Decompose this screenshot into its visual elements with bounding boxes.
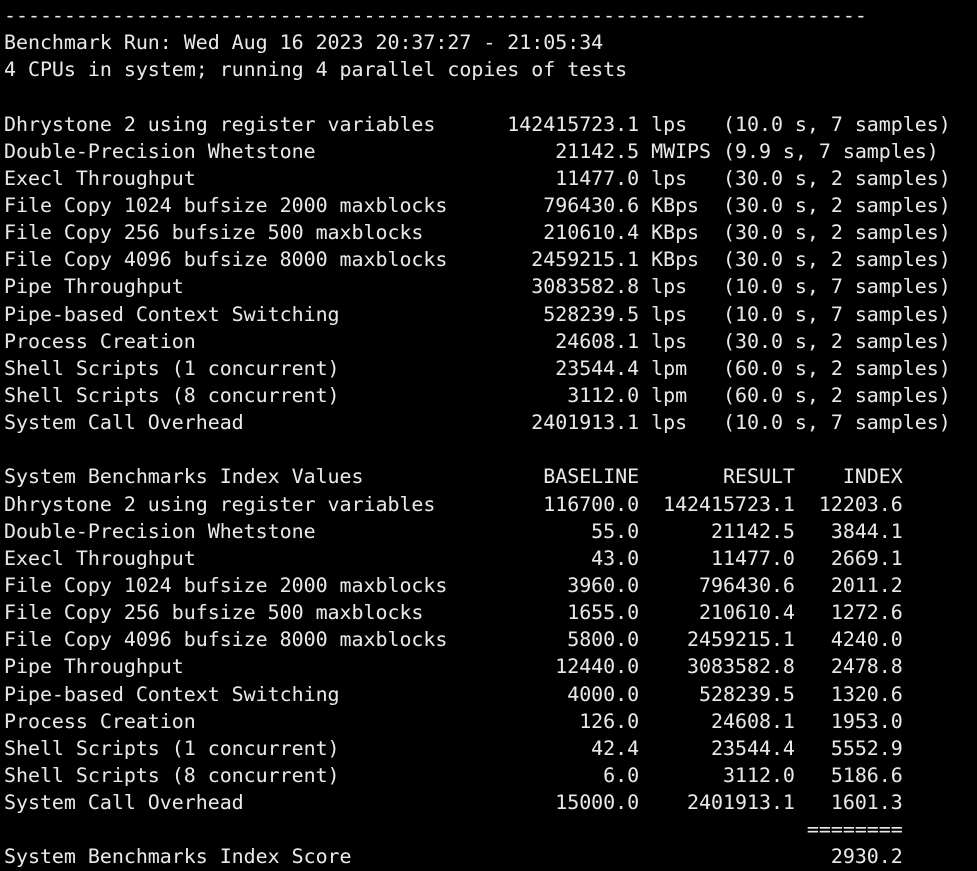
terminal-line: Process Creation 126.0 24608.1 1953.0: [4, 708, 903, 733]
terminal-line: Shell Scripts (1 concurrent) 23544.4 lpm…: [4, 355, 951, 380]
terminal-line-list: ----------------------------------------…: [4, 2, 977, 871]
terminal-line: Execl Throughput 43.0 11477.0 2669.1: [4, 545, 903, 570]
terminal-line: Dhrystone 2 using register variables 116…: [4, 491, 903, 516]
terminal-line: File Copy 256 bufsize 500 maxblocks 2106…: [4, 220, 951, 245]
terminal-line: ========: [4, 817, 903, 842]
terminal-line: Process Creation 24608.1 lps (30.0 s, 2 …: [4, 328, 951, 353]
terminal-line: Pipe-based Context Switching 4000.0 5282…: [4, 681, 903, 706]
terminal-line: File Copy 4096 bufsize 8000 maxblocks 24…: [4, 247, 951, 272]
terminal-line: System Call Overhead 15000.0 2401913.1 1…: [4, 790, 903, 815]
terminal-line: Benchmark Run: Wed Aug 16 2023 20:37:27 …: [4, 30, 604, 55]
terminal-line: Shell Scripts (8 concurrent) 6.0 3112.0 …: [4, 762, 903, 787]
terminal-line: Shell Scripts (8 concurrent) 3112.0 lpm …: [4, 382, 951, 407]
terminal-line: Double-Precision Whetstone 21142.5 MWIPS…: [4, 138, 939, 163]
terminal-line: File Copy 1024 bufsize 2000 maxblocks 39…: [4, 572, 903, 597]
terminal-line: File Copy 1024 bufsize 2000 maxblocks 79…: [4, 192, 951, 217]
terminal-line: ----------------------------------------…: [4, 3, 867, 27]
terminal-line: System Call Overhead 2401913.1 lps (10.0…: [4, 410, 951, 435]
terminal-line: Execl Throughput 11477.0 lps (30.0 s, 2 …: [4, 165, 951, 190]
terminal-line: Shell Scripts (1 concurrent) 42.4 23544.…: [4, 735, 903, 760]
terminal-output[interactable]: ----------------------------------------…: [0, 0, 977, 868]
terminal-line: Dhrystone 2 using register variables 142…: [4, 111, 951, 136]
terminal-line: System Benchmarks Index Values BASELINE …: [4, 464, 903, 489]
terminal-line: Pipe Throughput 3083582.8 lps (10.0 s, 7…: [4, 274, 951, 299]
terminal-line: File Copy 4096 bufsize 8000 maxblocks 58…: [4, 627, 903, 652]
terminal-line: Double-Precision Whetstone 55.0 21142.5 …: [4, 518, 903, 543]
terminal-line: 4 CPUs in system; running 4 parallel cop…: [4, 57, 628, 82]
terminal-line: File Copy 256 bufsize 500 maxblocks 1655…: [4, 600, 903, 625]
terminal-line: System Benchmarks Index Score 2930.2: [4, 844, 903, 869]
terminal-line: Pipe Throughput 12440.0 3083582.8 2478.8: [4, 654, 903, 679]
terminal-line: Pipe-based Context Switching 528239.5 lp…: [4, 301, 951, 326]
